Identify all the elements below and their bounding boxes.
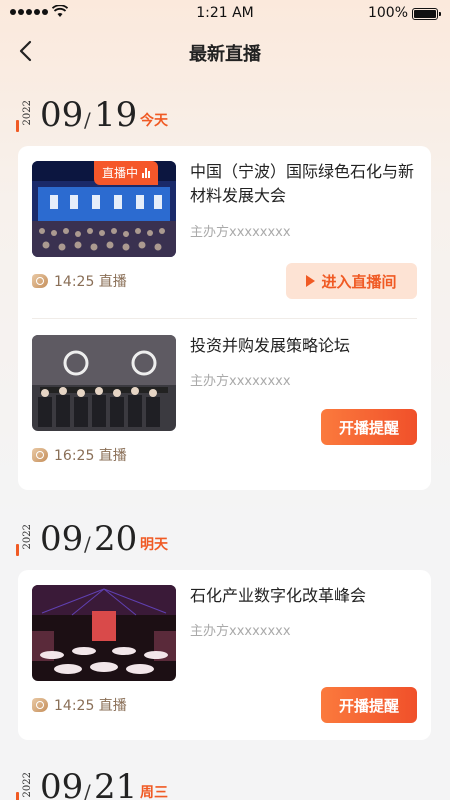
date-year: 2022 — [22, 524, 33, 550]
event-time-label: 14:25 直播 — [54, 274, 127, 290]
date-marker — [16, 792, 19, 800]
remind-button[interactable]: 开播提醒 — [321, 409, 417, 445]
event-time-label: 14:25 直播 — [54, 698, 127, 714]
date-relative: 周三 — [140, 785, 168, 800]
list-item[interactable]: 石化产业数字化改革峰会 主办方xxxxxxxx 14:25 直播 开播提醒 — [18, 570, 431, 723]
play-icon — [306, 275, 316, 287]
event-time-label: 16:25 直播 — [54, 448, 127, 464]
date-year: 2022 — [22, 772, 33, 798]
date-marker — [16, 120, 19, 132]
date-slash: / — [84, 780, 91, 800]
date-day: 20 — [94, 519, 138, 559]
live-card: 石化产业数字化改革峰会 主办方xxxxxxxx 14:25 直播 开播提醒 — [18, 570, 431, 740]
date-year: 2022 — [22, 100, 33, 126]
event-organizer: 主办方xxxxxxxx — [190, 624, 291, 639]
live-thumbnail[interactable] — [32, 335, 176, 431]
page-title: 最新直播 — [189, 44, 261, 65]
status-bar: 1:21 AM 100% — [0, 0, 450, 28]
clock-icon — [32, 448, 48, 462]
date-month: 09 — [40, 767, 84, 800]
divider — [32, 318, 417, 319]
event-time: 16:25 直播 — [32, 445, 127, 465]
event-organizer: 主办方xxxxxxxx — [190, 225, 291, 240]
enter-live-button[interactable]: 进入直播间 — [286, 263, 417, 299]
battery-icon — [412, 8, 441, 20]
event-title[interactable]: 石化产业数字化改革峰会 — [190, 584, 416, 608]
date-header: 2022 09 / 21 周三 — [0, 768, 450, 800]
date-month: 09 — [40, 95, 84, 135]
clock-icon — [32, 274, 48, 288]
date-slash: / — [84, 532, 91, 556]
event-time: 14:25 直播 — [32, 271, 127, 291]
date-relative: 明天 — [140, 537, 168, 553]
date-day: 19 — [94, 95, 138, 135]
live-bars-icon — [142, 168, 151, 178]
date-relative: 今天 — [140, 113, 168, 129]
remind-button[interactable]: 开播提醒 — [321, 687, 417, 723]
event-time: 14:25 直播 — [32, 695, 127, 715]
event-organizer: 主办方xxxxxxxx — [190, 374, 291, 389]
list-item[interactable]: 投资并购发展策略论坛 主办方xxxxxxxx 16:25 直播 开播提醒 — [18, 320, 431, 470]
event-title[interactable]: 中国（宁波）国际绿色石化与新材料发展大会 — [190, 160, 416, 208]
list-item[interactable]: 直播中 中国（宁波）国际绿色石化与新材料发展大会 主办方xxxxxxxx 14:… — [18, 146, 431, 299]
clock-icon — [32, 698, 48, 712]
event-title[interactable]: 投资并购发展策略论坛 — [190, 334, 416, 358]
live-thumbnail[interactable] — [32, 585, 176, 681]
live-thumbnail[interactable]: 直播中 — [32, 161, 176, 257]
live-badge-label: 直播中 — [102, 166, 139, 180]
date-header: 2022 09 / 20 明天 — [0, 520, 450, 560]
date-slash: / — [84, 108, 91, 132]
live-card: 直播中 中国（宁波）国际绿色石化与新材料发展大会 主办方xxxxxxxx 14:… — [18, 146, 431, 490]
date-marker — [16, 544, 19, 556]
enter-live-label: 进入直播间 — [321, 272, 397, 291]
nav-bar: 最新直播 — [0, 28, 450, 74]
date-header: 2022 09 / 19 今天 — [0, 96, 450, 136]
date-month: 09 — [40, 519, 84, 559]
battery-percent: 100% — [367, 5, 408, 21]
live-badge: 直播中 — [94, 161, 159, 185]
date-day: 21 — [94, 767, 138, 800]
